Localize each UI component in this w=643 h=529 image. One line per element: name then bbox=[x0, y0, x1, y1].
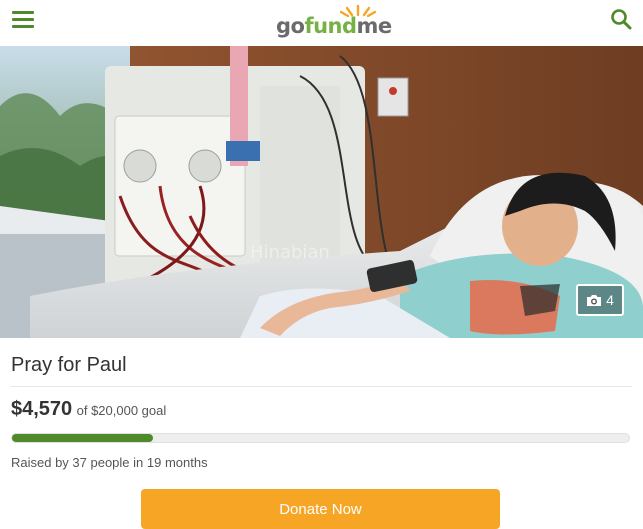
raised-by-text: Raised by 37 people in 19 months bbox=[11, 455, 208, 470]
photo-count-label: 4 bbox=[606, 292, 614, 308]
top-bar: gofundme bbox=[0, 0, 643, 46]
logo-text: gofundme bbox=[276, 14, 392, 38]
search-icon[interactable] bbox=[610, 8, 632, 30]
camera-icon bbox=[587, 294, 602, 306]
amount-raised: $4,570 bbox=[11, 398, 73, 420]
hamburger-menu-icon[interactable] bbox=[12, 10, 36, 30]
donate-now-button[interactable]: Donate Now bbox=[141, 489, 500, 529]
divider bbox=[11, 386, 632, 387]
campaign-hero-image[interactable]: Hinabian 4 bbox=[0, 46, 643, 338]
progress-bar-fill bbox=[12, 434, 153, 442]
goal-text: of $20,000 goal bbox=[76, 403, 167, 418]
progress-bar bbox=[11, 433, 630, 443]
hero-photo: Hinabian bbox=[0, 46, 643, 338]
svg-text:Hinabian: Hinabian bbox=[250, 242, 330, 263]
photo-count-button[interactable]: 4 bbox=[576, 284, 624, 316]
raised-summary: $4,570 of $20,000 goal bbox=[11, 398, 166, 421]
campaign-title: Pray for Paul bbox=[11, 354, 127, 376]
